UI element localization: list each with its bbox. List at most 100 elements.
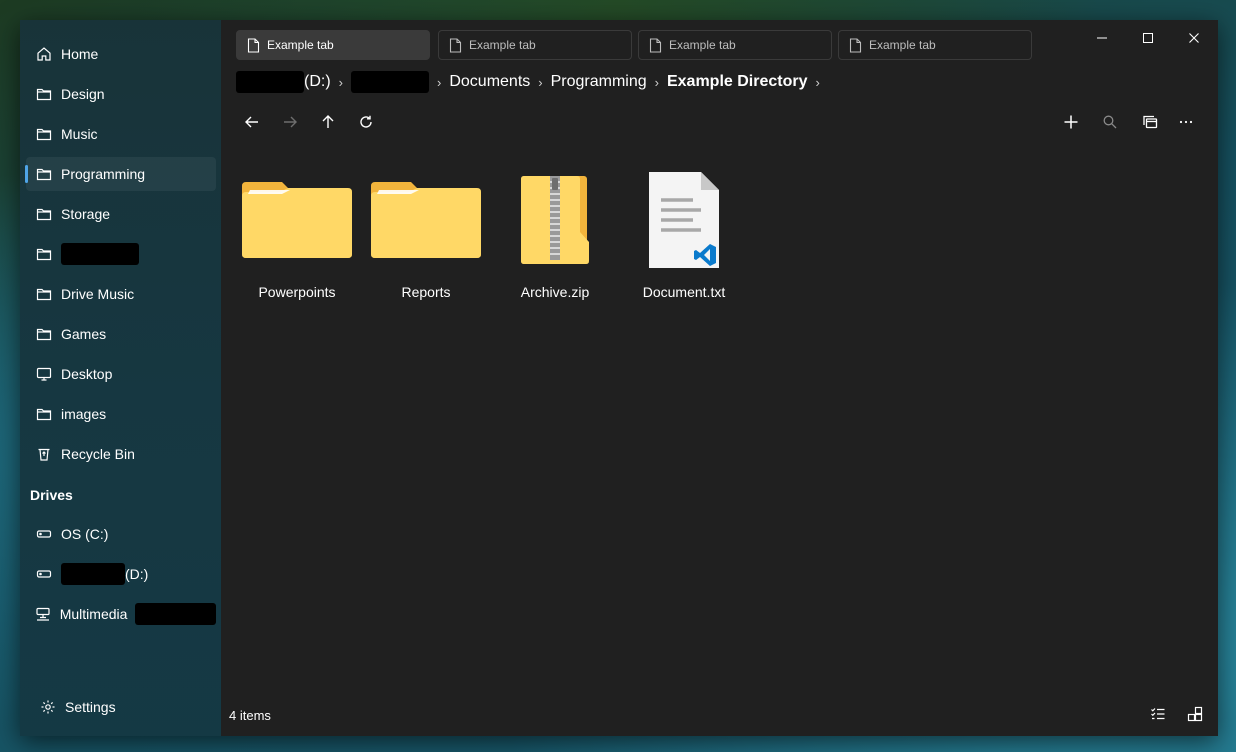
desktop-icon [34,364,54,384]
network-drive-icon [34,604,53,624]
layout-icon [1187,706,1203,722]
tab-label: Example tab [267,38,334,52]
file-item-reports[interactable]: Reports [365,170,487,310]
breadcrumb-redacted[interactable] [351,71,429,93]
sidebar-item-desktop[interactable]: Desktop [26,357,216,391]
sidebar: Home Design Music Programming Storage Dr… [20,20,221,736]
chevron-right-icon: › [538,74,543,90]
tab-2[interactable]: Example tab [438,30,632,60]
forward-button[interactable] [274,106,306,138]
back-button[interactable] [236,106,268,138]
settings-button[interactable]: Settings [30,690,220,724]
more-options-button[interactable] [1170,106,1202,138]
sidebar-item-label: Recycle Bin [61,446,135,462]
breadcrumb: (D:) › › Documents › Programming › Examp… [236,70,828,94]
gear-icon [38,697,58,717]
folder-icon [34,84,54,104]
file-item-archive[interactable]: Archive.zip [494,170,616,310]
home-icon [34,44,54,64]
tab-3[interactable]: Example tab [638,30,832,60]
refresh-icon [360,115,372,128]
windows-stack-icon [1142,115,1157,129]
sidebar-item-label: Music [61,126,98,142]
breadcrumb-drive-label: (D:) [304,73,331,90]
sidebar-item-label: Multimedia [59,606,128,622]
sidebar-item-home[interactable]: Home [26,37,216,71]
tab-label: Example tab [869,38,936,52]
tab-1[interactable]: Example tab [236,30,430,60]
sidebar-item-recycle-bin[interactable]: Recycle Bin [26,437,216,471]
chevron-right-icon: › [338,74,343,90]
redacted-label [61,563,125,585]
maximize-button[interactable] [1133,28,1163,48]
search-button[interactable] [1094,106,1126,138]
sidebar-item-redacted[interactable] [26,237,216,271]
folder-icon [34,404,54,424]
arrow-left-icon [245,116,258,128]
search-icon [1103,115,1117,129]
tab-label: Example tab [669,38,736,52]
multi-window-button[interactable] [1134,106,1166,138]
sidebar-item-drive-music[interactable]: Drive Music [26,277,216,311]
breadcrumb-documents[interactable]: Documents [449,73,530,91]
folder-icon [34,244,54,264]
folder-icon [34,324,54,344]
document-icon [247,37,260,53]
zip-folder-icon [521,176,589,264]
text-document-icon [649,172,719,268]
folder-icon [34,164,54,184]
sidebar-item-label: Games [61,326,107,342]
file-item-document[interactable]: Document.txt [623,170,745,310]
file-name: Archive.zip [520,284,590,300]
minimize-button[interactable] [1087,28,1117,48]
settings-label: Settings [65,699,116,715]
sidebar-item-label: Desktop [61,366,113,382]
file-explorer-window: Home Design Music Programming Storage Dr… [20,20,1218,736]
file-name: Document.txt [642,284,726,300]
redacted-label [351,71,429,93]
up-button[interactable] [312,106,344,138]
folder-icon [242,182,352,258]
tab-4[interactable]: Example tab [838,30,1032,60]
sidebar-item-music[interactable]: Music [26,117,216,151]
breadcrumb-current[interactable]: Example Directory [667,73,808,91]
redacted-label [135,603,216,625]
recycle-bin-icon [34,444,54,464]
breadcrumb-programming[interactable]: Programming [551,73,647,91]
tab-label: Example tab [469,38,536,52]
chevron-right-icon: › [654,74,659,90]
sidebar-item-programming[interactable]: Programming [25,157,216,191]
file-name: Powerpoints [258,284,336,300]
item-count: 4 items [229,708,271,723]
sidebar-item-images[interactable]: images [26,397,216,431]
checklist-icon [1151,708,1165,720]
sidebar-item-label: Programming [61,166,146,182]
sidebar-item-label: Drive Music [61,286,135,302]
document-icon [449,37,462,53]
arrow-right-icon [284,116,297,128]
redacted-label [236,71,304,93]
breadcrumb-drive[interactable]: (D:) [236,71,331,93]
maximize-icon [1143,33,1153,43]
sidebar-item-os-drive[interactable]: OS (C:) [26,517,216,551]
sidebar-item-games[interactable]: Games [26,317,216,351]
folder-icon [34,284,54,304]
document-icon [649,37,662,53]
refresh-button[interactable] [350,106,382,138]
folder-icon [34,204,54,224]
plus-icon [1064,115,1078,129]
minimize-icon [1097,37,1107,39]
details-view-button[interactable] [1142,698,1174,730]
layout-toggle-button[interactable] [1179,698,1211,730]
sidebar-item-multimedia[interactable]: Multimedia [26,597,216,631]
new-item-button[interactable] [1055,106,1087,138]
sidebar-item-d-drive[interactable]: (D:) [26,557,216,591]
sidebar-item-label: Storage [61,206,111,222]
file-item-powerpoints[interactable]: Powerpoints [236,170,358,310]
sidebar-item-design[interactable]: Design [26,77,216,111]
arrow-up-icon [322,115,334,128]
close-button[interactable] [1179,28,1209,48]
chevron-right-icon[interactable]: › [816,75,820,90]
file-name: Reports [401,284,451,300]
sidebar-item-storage[interactable]: Storage [26,197,216,231]
